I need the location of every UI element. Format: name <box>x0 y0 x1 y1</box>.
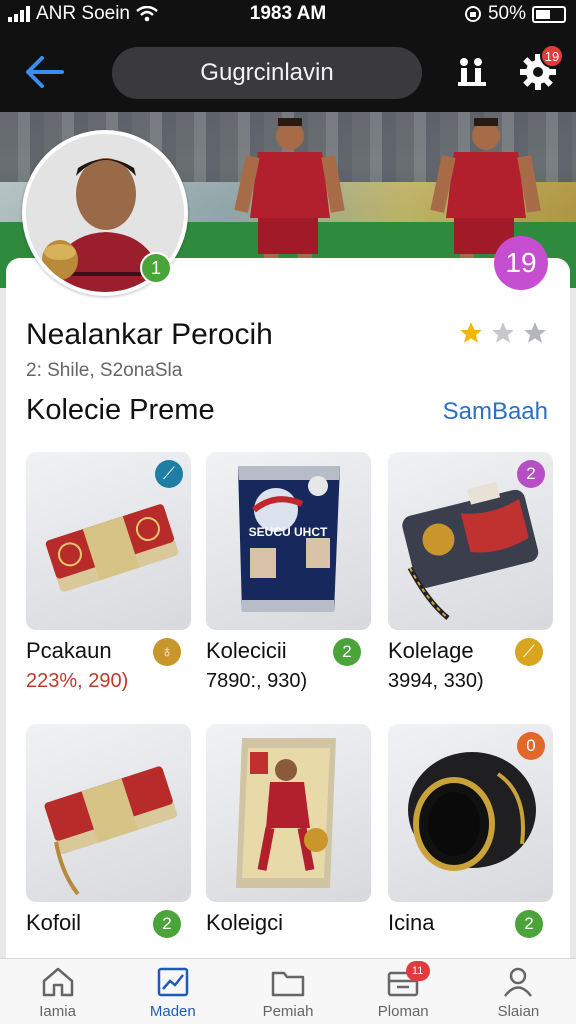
item-name: Pcakaun <box>26 638 112 663</box>
rank-badge: 19 <box>494 236 548 290</box>
status-bar: ANR Soein 1983 AM 50% <box>0 0 576 30</box>
star-empty-icon <box>524 322 546 343</box>
item-corner-badge: 2 <box>517 460 545 488</box>
nav-home[interactable]: Iamia <box>0 959 115 1024</box>
star-filled-icon <box>460 322 482 343</box>
item-badge: 2 <box>333 638 361 666</box>
item-image: 0 <box>388 724 553 902</box>
item-name: Kofoil <box>26 910 82 935</box>
collection-item[interactable]: Kofoil 2 <box>26 724 191 938</box>
collection-item[interactable]: ⟋ Pcakaun ♁ 223%, 290) <box>26 452 191 692</box>
profile-subtitle: 2: Shile, S2onaSla <box>26 360 183 381</box>
pack-text: SEUCU UHCT <box>249 525 328 539</box>
nav-maden[interactable]: Maden <box>115 959 230 1024</box>
item-image: 2 <box>388 452 553 630</box>
collection-item[interactable]: 2 Kolelage ⟋ 3994, 330) <box>388 452 553 692</box>
level-badge: 1 <box>140 252 172 284</box>
app-root: ANR Soein 1983 AM 50% Gugrcinlavin 19 19… <box>0 0 576 1024</box>
profile-name: Nealankar Perocih <box>26 318 273 351</box>
item-image: SEUCU UHCT <box>206 452 371 630</box>
item-price: 3994, 330) <box>388 670 484 692</box>
item-name: Kolelage <box>388 638 474 663</box>
item-image <box>206 724 371 902</box>
item-price: 223%, 290) <box>26 670 129 692</box>
item-badge: ⟋ <box>515 638 543 666</box>
section-title: Kolecie Preme <box>26 394 215 426</box>
collection-item[interactable]: Koleigci <box>206 724 371 935</box>
nav-label: Maden <box>149 1003 196 1020</box>
item-name: Icina <box>388 910 435 935</box>
header-title: Gugrcinlavin <box>200 59 334 86</box>
collection-item[interactable]: 0 Icina 2 <box>388 724 553 938</box>
bottom-nav: Iamia Maden Pemiah 11 Ploman Slaian <box>0 958 576 1024</box>
star-empty-icon <box>492 322 514 343</box>
nav-label: Iamia <box>39 1003 76 1020</box>
user-icon <box>504 967 533 997</box>
nav-slaian[interactable]: Slaian <box>461 959 576 1024</box>
chart-icon <box>157 967 189 997</box>
item-price: 7890:, 930) <box>206 670 308 692</box>
item-badge: ♁ <box>153 638 181 666</box>
item-image <box>26 724 191 902</box>
settings-button[interactable]: 19 <box>518 44 564 92</box>
item-badge: 2 <box>515 910 543 938</box>
home-icon <box>42 967 73 997</box>
nav-label: Pemiah <box>262 1003 314 1020</box>
battery-percent: 50% <box>487 3 526 24</box>
nav-label: Slaian <box>497 1003 540 1020</box>
rotation-lock-icon <box>464 6 481 22</box>
nav-pemiah[interactable]: Pemiah <box>230 959 345 1024</box>
nav-label: Ploman <box>377 1003 429 1020</box>
item-badge: 2 <box>153 910 181 938</box>
item-name: Koleigci <box>206 910 284 935</box>
nav-badge: 11 <box>405 961 430 981</box>
leaderboard-icon[interactable] <box>452 52 492 92</box>
see-all-link[interactable]: SamBaah <box>443 398 548 426</box>
item-image: ⟋ <box>26 452 191 630</box>
app-header: Gugrcinlavin 19 <box>0 30 576 112</box>
item-corner-badge: ⟋ <box>155 460 183 488</box>
item-name: Kolecicii <box>206 638 287 663</box>
notification-badge: 19 <box>540 44 564 68</box>
folder-icon <box>271 971 305 997</box>
battery-icon <box>532 5 566 23</box>
nav-ploman[interactable]: 11 Ploman <box>346 959 461 1024</box>
item-corner-badge: 0 <box>517 732 545 760</box>
collection-item[interactable]: SEUCU UHCT Kolecicii 2 7890:, 930) <box>206 452 371 692</box>
title-pill[interactable]: Gugrcinlavin <box>112 47 422 99</box>
rating-stars <box>458 320 548 346</box>
back-arrow-icon[interactable] <box>22 52 66 92</box>
